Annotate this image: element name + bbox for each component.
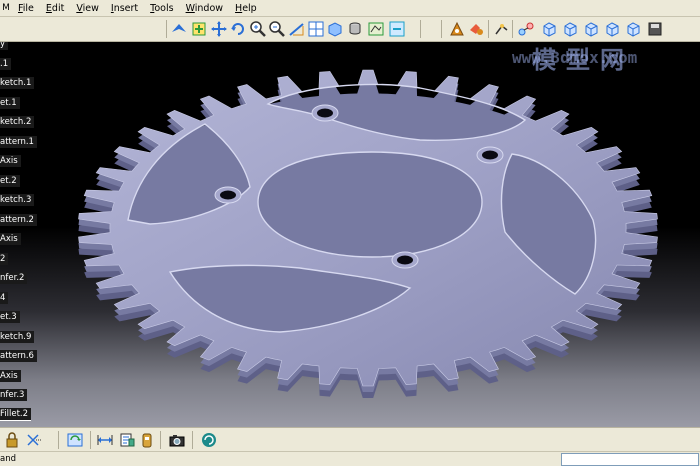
tree-node[interactable]: ketch.3 <box>0 194 35 206</box>
hide-show-icon[interactable] <box>367 20 385 38</box>
menu-view[interactable]: View <box>70 3 105 14</box>
graph-icon[interactable] <box>517 20 535 38</box>
iso-view-icon[interactable] <box>326 20 344 38</box>
tree-node[interactable]: attern.1 <box>0 136 37 148</box>
tree-node[interactable]: et.2 <box>0 175 20 187</box>
specification-tree[interactable]: y .1 ketch.1 et.1 ketch.2 attern.1 Axis et.2 ket… <box>0 42 60 427</box>
bolt-hole <box>397 255 413 265</box>
update-icon[interactable] <box>66 431 84 449</box>
tree-node[interactable]: Axis <box>0 155 21 167</box>
watermark-url: www.3dmox.com <box>512 48 638 67</box>
menu-help[interactable]: Help <box>229 3 263 14</box>
command-input[interactable] <box>561 453 699 466</box>
toolbar-separator <box>192 431 193 449</box>
toolbar-separator <box>488 20 489 38</box>
analysis-icon[interactable] <box>200 431 218 449</box>
menu-insert[interactable]: Insert <box>105 3 144 14</box>
tree-node[interactable]: nfer.2 <box>0 272 28 284</box>
lock-icon[interactable] <box>3 431 21 449</box>
view-front-icon[interactable] <box>540 20 558 38</box>
sprocket-model[interactable] <box>0 42 700 427</box>
toolbar-separator <box>160 431 161 449</box>
sprocket-face <box>78 69 658 387</box>
toolbar-separator <box>90 431 91 449</box>
save-view-icon[interactable] <box>646 20 664 38</box>
pan-icon[interactable] <box>210 20 228 38</box>
menu-tools[interactable]: Tools <box>144 3 179 14</box>
view-toolbar <box>0 17 700 42</box>
bolt-hole <box>317 108 333 118</box>
zoom-in-icon[interactable] <box>249 20 267 38</box>
tree-node[interactable]: Axis <box>0 233 21 245</box>
normal-view-icon[interactable] <box>288 20 306 38</box>
view-back-icon[interactable] <box>561 20 579 38</box>
tree-node[interactable]: ketch.2 <box>0 116 35 128</box>
multi-view-icon[interactable] <box>307 20 325 38</box>
view-left-icon[interactable] <box>582 20 600 38</box>
menu-edit[interactable]: Edit <box>40 3 70 14</box>
swap-space-icon[interactable] <box>388 20 406 38</box>
tree-node[interactable]: attern.6 <box>0 350 37 362</box>
measure-icon[interactable] <box>493 20 511 38</box>
catalog-icon[interactable] <box>138 431 156 449</box>
tree-node[interactable]: 2 <box>0 253 9 265</box>
rotate-icon[interactable] <box>229 20 247 38</box>
properties-icon[interactable] <box>118 431 136 449</box>
toolbar-separator <box>166 20 167 38</box>
tree-node[interactable]: Fillet.2 <box>0 408 32 421</box>
view-top-icon[interactable] <box>624 20 642 38</box>
status-bar: and <box>0 451 700 466</box>
toolbar-separator <box>441 20 442 38</box>
bottom-toolbar <box>0 427 700 452</box>
render-icon[interactable] <box>468 20 486 38</box>
fly-mode-icon[interactable] <box>170 20 188 38</box>
tree-node[interactable]: Axis <box>0 370 21 382</box>
menu-file[interactable]: File <box>12 3 40 14</box>
measure-between-icon[interactable] <box>96 431 114 449</box>
zoom-out-icon[interactable] <box>268 20 286 38</box>
toolbar-separator <box>58 431 59 449</box>
tree-node[interactable]: et.1 <box>0 97 20 109</box>
tree-node[interactable]: .1 <box>0 58 12 70</box>
3d-viewport[interactable]: y .1 ketch.1 et.1 ketch.2 attern.1 Axis et.2 ket… <box>0 42 700 427</box>
view-right-icon[interactable] <box>603 20 621 38</box>
fit-all-icon[interactable] <box>190 20 208 38</box>
tree-node[interactable]: attern.2 <box>0 214 37 226</box>
bolt-hole <box>482 150 498 160</box>
tree-node[interactable]: ketch.1 <box>0 77 35 89</box>
tree-node[interactable]: nfer.3 <box>0 389 28 401</box>
tree-node[interactable]: 4 <box>0 292 9 304</box>
view-mode-icon[interactable] <box>347 20 365 38</box>
bolt-hole <box>220 190 236 200</box>
tree-node[interactable]: y <box>0 42 9 50</box>
toolbar-separator <box>420 20 421 38</box>
tree-node[interactable]: et.3 <box>0 311 20 323</box>
camera-icon[interactable] <box>168 431 186 449</box>
status-text: and <box>0 454 16 464</box>
apply-material-icon[interactable] <box>448 20 466 38</box>
app-logo[interactable]: M <box>0 3 12 13</box>
toolbar-separator <box>512 20 513 38</box>
menu-window[interactable]: Window <box>180 3 229 14</box>
menu-bar: M File Edit View Insert Tools Window Hel… <box>0 0 700 17</box>
constraint-icon[interactable] <box>24 431 42 449</box>
tree-node[interactable]: ketch.9 <box>0 331 35 343</box>
